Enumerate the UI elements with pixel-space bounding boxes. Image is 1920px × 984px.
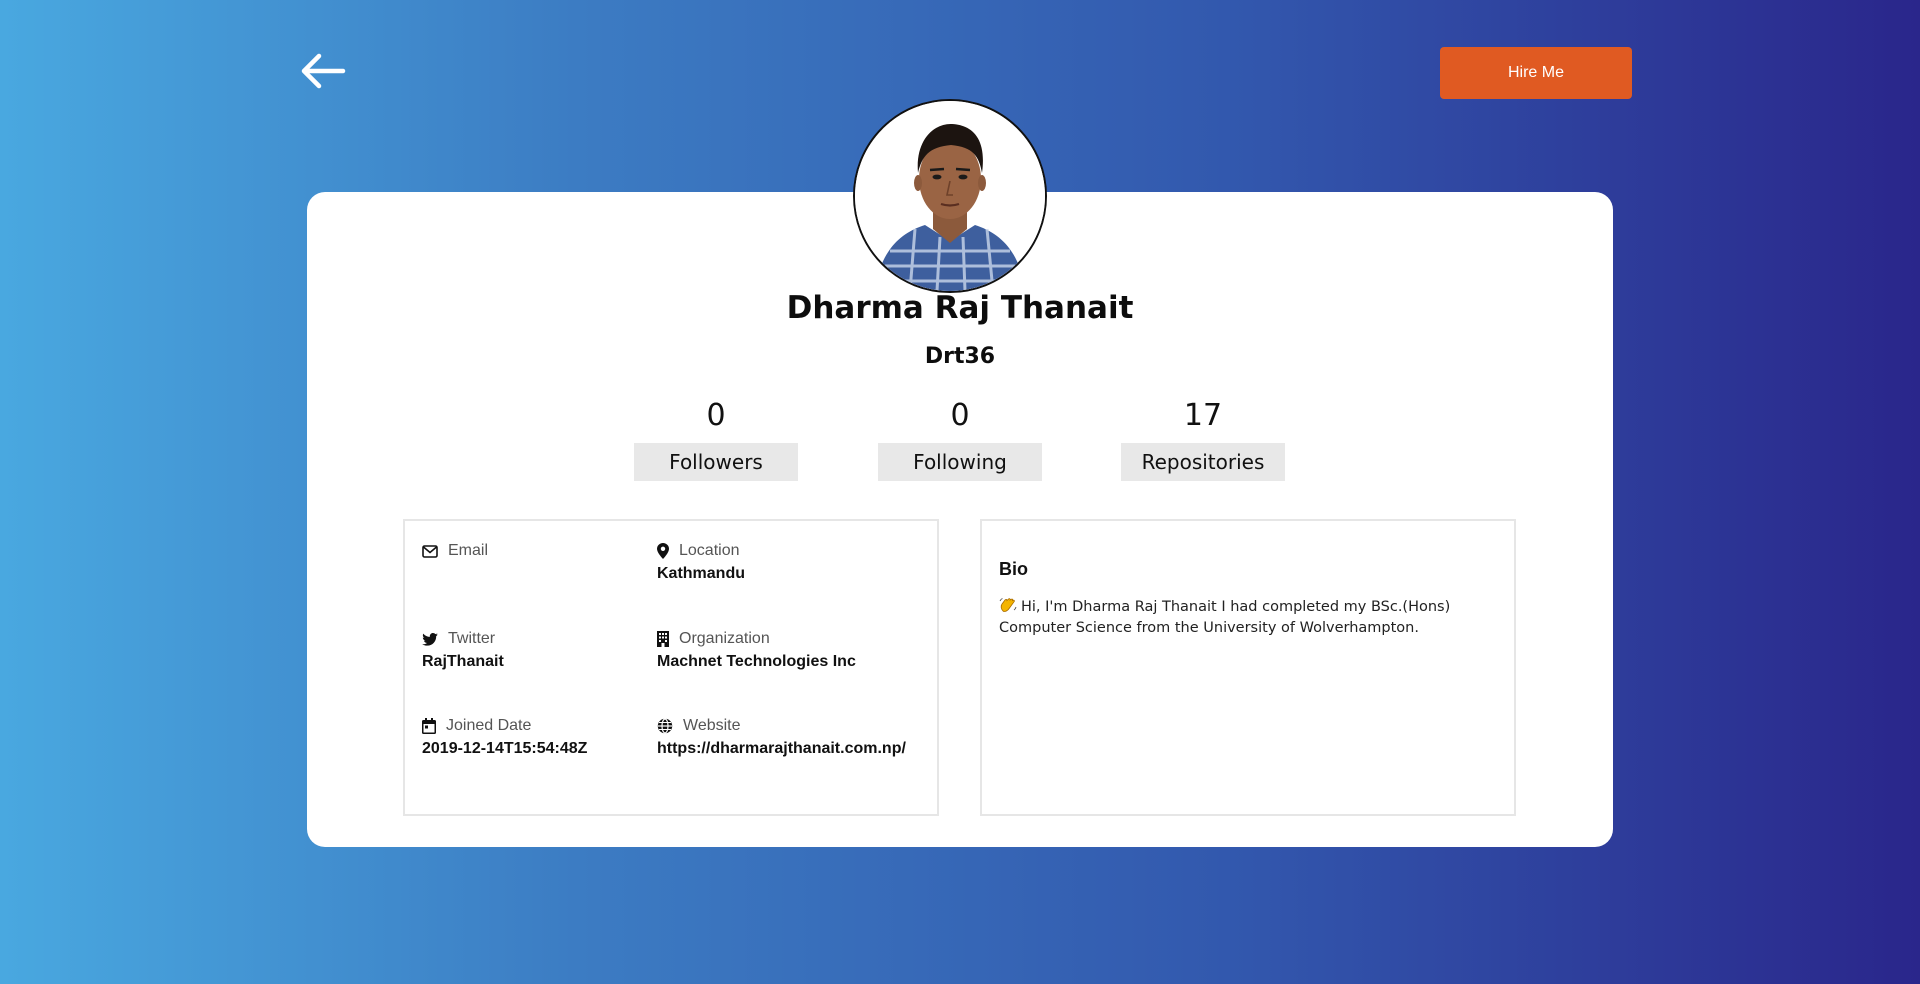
map-pin-icon	[657, 543, 669, 559]
location-label: Location	[679, 542, 740, 559]
location-value: Kathmandu	[657, 565, 745, 582]
stat-repositories[interactable]: 17 Repositories	[1121, 395, 1285, 481]
website-label: Website	[683, 717, 741, 734]
twitter-value: RajThanait	[422, 653, 504, 670]
website-item: Website https://dharmarajthanait.com.np/	[657, 716, 906, 758]
following-label: Following	[878, 443, 1042, 481]
profile-login: Drt36	[924, 344, 996, 369]
location-item: Location Kathmandu	[657, 541, 745, 583]
arrow-left-icon	[301, 53, 346, 89]
joined-date-item: Joined Date 2019-12-14T15:54:48Z	[422, 716, 587, 758]
building-icon	[657, 631, 669, 647]
profile-name: Dharma Raj Thanait	[786, 290, 1134, 326]
envelope-icon	[422, 544, 438, 558]
user-avatar	[855, 101, 1045, 291]
bio-text: Hi, I'm Dharma Raj Thanait I had complet…	[999, 597, 1479, 639]
stat-followers[interactable]: 0 Followers	[634, 395, 798, 481]
avatar	[853, 99, 1047, 293]
organization-item: Organization Machnet Technologies Inc	[657, 629, 856, 671]
bio-panel: Bio Hi, I'm Dharma Raj Thanait I had com…	[980, 519, 1516, 816]
followers-count: 0	[706, 398, 726, 433]
globe-icon	[657, 718, 673, 734]
repositories-count: 17	[1183, 398, 1223, 433]
waving-hand-icon	[999, 598, 1017, 612]
website-link[interactable]: https://dharmarajthanait.com.np/	[657, 740, 906, 758]
back-button[interactable]	[298, 48, 348, 94]
stat-following[interactable]: 0 Following	[878, 395, 1042, 481]
following-count: 0	[950, 398, 970, 433]
calendar-icon	[422, 718, 436, 734]
repositories-label: Repositories	[1121, 443, 1285, 481]
joined-date-value: 2019-12-14T15:54:48Z	[422, 740, 588, 757]
organization-label: Organization	[679, 630, 770, 647]
email-item: Email	[422, 541, 488, 565]
twitter-icon	[422, 632, 438, 646]
twitter-label: Twitter	[448, 630, 496, 647]
bio-text-content: Hi, I'm Dharma Raj Thanait I had complet…	[999, 599, 1451, 636]
twitter-item: Twitter RajThanait	[422, 629, 504, 671]
followers-label: Followers	[634, 443, 798, 481]
info-panel: Email Location Kathmandu Twitter RajThan…	[403, 519, 939, 816]
email-label: Email	[448, 542, 489, 559]
bio-title: Bio	[999, 559, 1028, 579]
organization-value: Machnet Technologies Inc	[657, 653, 856, 670]
joined-date-label: Joined Date	[446, 717, 532, 734]
hire-me-button[interactable]: Hire Me	[1440, 47, 1632, 99]
